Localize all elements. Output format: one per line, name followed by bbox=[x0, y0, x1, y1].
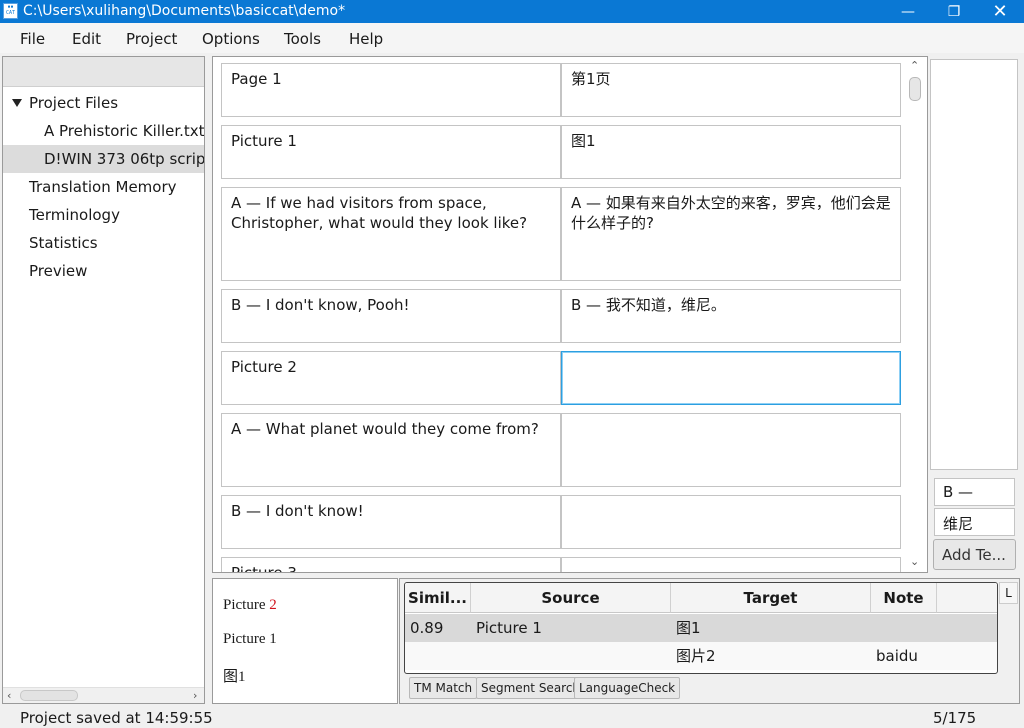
menu-project[interactable]: Project bbox=[126, 30, 177, 48]
column-header-note[interactable]: Note bbox=[871, 583, 937, 613]
source-segment[interactable]: Picture 1 bbox=[221, 125, 561, 179]
source-term-field[interactable]: B — bbox=[934, 478, 1015, 506]
restore-icon[interactable]: ❐ bbox=[931, 0, 977, 23]
table-cell bbox=[871, 614, 937, 642]
tab-tm-match[interactable]: TM Match bbox=[409, 677, 478, 699]
tab-language-check[interactable]: LanguageCheck bbox=[574, 677, 681, 699]
table-cell: baidu bbox=[876, 647, 918, 665]
source-segment[interactable]: B — I don't know! bbox=[221, 495, 561, 549]
column-header-target[interactable]: Target bbox=[671, 583, 871, 613]
menu-options[interactable]: Options bbox=[202, 30, 260, 48]
side-panel-toggle[interactable]: L bbox=[999, 582, 1018, 604]
table-row[interactable]: 图片2 baidu bbox=[405, 642, 997, 670]
table-row[interactable]: 0.89 Picture 1 图1 bbox=[405, 614, 997, 642]
tree-item-statistics[interactable]: Statistics bbox=[3, 229, 204, 257]
window-title: C:\Users\xulihang\Documents\basiccat\dem… bbox=[23, 3, 346, 19]
tree-item-translation-memory[interactable]: Translation Memory bbox=[3, 173, 204, 201]
horizontal-scrollbar[interactable]: ‹ › bbox=[3, 687, 204, 703]
target-segment[interactable]: A — 如果有来自外太空的来客，罗宾，他们会是什么样子的? bbox=[561, 187, 901, 281]
scroll-down-icon[interactable]: ⌄ bbox=[910, 555, 919, 568]
tree-item-label: Project Files bbox=[29, 94, 119, 112]
target-segment[interactable]: B — 我不知道，维尼。 bbox=[561, 289, 901, 343]
target-segment[interactable] bbox=[561, 413, 901, 487]
scroll-up-icon[interactable]: ⌃ bbox=[910, 59, 919, 72]
column-header-source[interactable]: Source bbox=[471, 583, 671, 613]
tm-match-table: Simil... Source Target Note 0.89 Picture… bbox=[404, 582, 998, 674]
menu-edit[interactable]: Edit bbox=[72, 30, 101, 48]
term-list bbox=[930, 59, 1018, 470]
title-bar: ▪▪ CAT C:\Users\xulihang\Documents\basicc… bbox=[0, 0, 1024, 23]
match-panel: Simil... Source Target Note 0.89 Picture… bbox=[399, 578, 1020, 704]
close-icon[interactable]: ✕ bbox=[977, 0, 1023, 23]
add-term-button[interactable]: Add Te... bbox=[933, 539, 1016, 570]
target-term-field[interactable]: 维尼 bbox=[934, 508, 1015, 536]
segment-editor: Page 1 第1页 Picture 1 图1 A — If we had vi… bbox=[212, 56, 928, 573]
column-header-similarity[interactable]: Simil... bbox=[405, 583, 471, 613]
table-cell bbox=[471, 642, 671, 670]
column-header-extra bbox=[937, 583, 997, 613]
scrollbar-thumb[interactable] bbox=[909, 77, 921, 101]
source-segment[interactable]: Picture 2 bbox=[221, 351, 561, 405]
tree-file-label: A Prehistoric Killer.txt bbox=[44, 122, 205, 140]
tree-item-project-files[interactable]: Project Files bbox=[3, 89, 204, 117]
source-segment[interactable]: Picture 3 bbox=[221, 557, 561, 572]
segment-position: 5/175 bbox=[933, 709, 977, 727]
table-cell: 图1 bbox=[676, 619, 701, 637]
target-segment[interactable]: 图1 bbox=[561, 125, 901, 179]
tree-file-label: D!WIN 373 06tp script bbox=[44, 150, 205, 168]
tab-segment-search[interactable]: Segment Search bbox=[476, 677, 586, 699]
tree-item-label: Preview bbox=[29, 262, 88, 280]
preview-line: Picture 1 bbox=[223, 631, 277, 647]
target-segment[interactable] bbox=[561, 557, 901, 572]
scroll-right-icon[interactable]: › bbox=[193, 689, 197, 702]
segment-preview: Picture 2 Picture 1 图1 bbox=[212, 578, 398, 704]
table-cell: 图片2 bbox=[676, 647, 716, 665]
tree-file-item-selected[interactable]: D!WIN 373 06tp script bbox=[3, 145, 205, 173]
source-segment[interactable]: A — What planet would they come from? bbox=[221, 413, 561, 487]
table-cell: Picture 1 bbox=[476, 619, 542, 637]
scroll-left-icon[interactable]: ‹ bbox=[7, 689, 11, 702]
menu-tools[interactable]: Tools bbox=[284, 30, 321, 48]
scrollbar-thumb[interactable] bbox=[20, 690, 78, 701]
status-message: Project saved at 14:59:55 bbox=[20, 709, 213, 727]
target-segment[interactable]: 第1页 bbox=[561, 63, 901, 117]
table-cell bbox=[405, 642, 471, 670]
project-tree-panel: Project Files A Prehistoric Killer.txt D… bbox=[2, 56, 205, 704]
term-panel: B — 维尼 Add Te... bbox=[930, 59, 1018, 571]
tree-file-item[interactable]: A Prehistoric Killer.txt bbox=[3, 117, 205, 145]
source-segment[interactable]: B — I don't know, Pooh! bbox=[221, 289, 561, 343]
tree-header bbox=[3, 57, 204, 87]
source-segment[interactable]: A — If we had visitors from space, Chris… bbox=[221, 187, 561, 281]
preview-line: Picture 2 bbox=[223, 597, 277, 614]
app-logo-icon: ▪▪ CAT bbox=[3, 3, 18, 19]
menu-file[interactable]: File bbox=[20, 30, 45, 48]
tree-item-preview[interactable]: Preview bbox=[3, 257, 204, 285]
status-bar: Project saved at 14:59:55 5/175 bbox=[0, 706, 1024, 728]
tree-item-label: Statistics bbox=[29, 234, 98, 252]
target-segment-editing[interactable] bbox=[561, 351, 901, 405]
preview-text: Picture bbox=[223, 597, 270, 613]
menu-help[interactable]: Help bbox=[349, 30, 383, 48]
preview-line: 图1 bbox=[223, 669, 246, 685]
preview-diff-highlight: 2 bbox=[269, 597, 277, 613]
target-segment[interactable] bbox=[561, 495, 901, 549]
table-cell: 0.89 bbox=[410, 619, 444, 637]
tree-item-terminology[interactable]: Terminology bbox=[3, 201, 204, 229]
source-segment[interactable]: Page 1 bbox=[221, 63, 561, 117]
expand-arrow-icon[interactable] bbox=[12, 99, 22, 107]
tree-item-label: Terminology bbox=[29, 206, 120, 224]
menu-bar: File Edit Project Options Tools Help bbox=[0, 23, 1024, 53]
vertical-scrollbar[interactable]: ⌃ ⌄ bbox=[906, 59, 926, 571]
tree-item-label: Translation Memory bbox=[29, 178, 177, 196]
minimize-icon[interactable]: — bbox=[885, 0, 931, 23]
